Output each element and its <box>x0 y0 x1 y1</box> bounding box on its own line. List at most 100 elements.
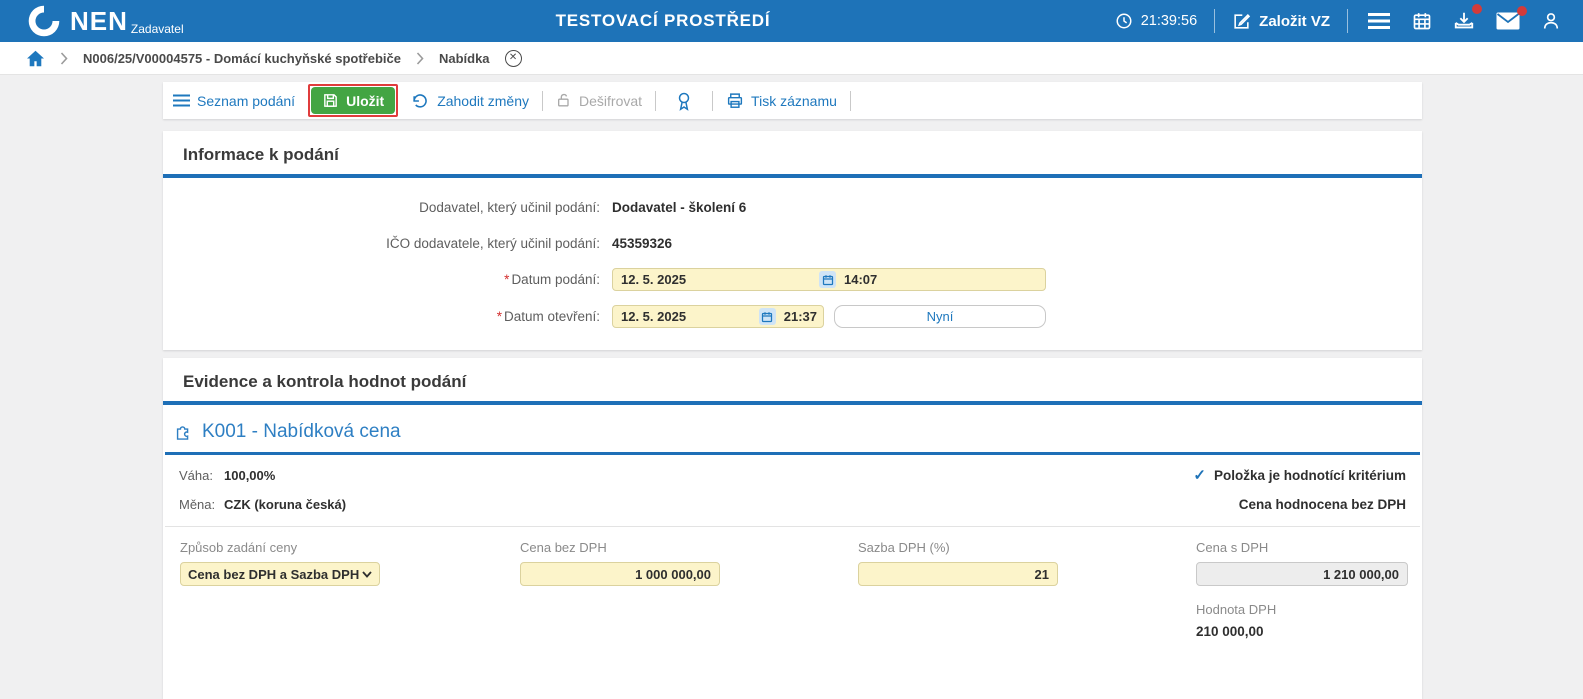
datepicker-button[interactable] <box>758 308 776 325</box>
vat-rate-label: Sazba DPH (%) <box>858 540 950 555</box>
chevron-down-icon <box>362 570 372 578</box>
now-button[interactable]: Nyní <box>834 305 1046 328</box>
seznam-podani-label: Seznam podání <box>197 92 296 109</box>
criterion-flag: ✓ Položka je hodnotící kritérium <box>1193 468 1406 483</box>
save-button-annotation-highlight: Uložit <box>308 84 399 117</box>
price-entry-method-value: Cena bez DPH a Sazba DPH <box>188 566 360 582</box>
create-vz-button[interactable]: Založit VZ <box>1232 12 1330 31</box>
edit-icon <box>1232 12 1251 31</box>
opening-datetime-field[interactable]: 12. 5. 2025 21:37 <box>612 305 824 328</box>
clock-icon <box>1115 12 1133 30</box>
main-menu-button[interactable] <box>1365 10 1393 32</box>
criterion-summary: Váha: 100,00% ✓ Položka je hodnotící kri… <box>163 455 1422 512</box>
submission-date-input[interactable]: 12. 5. 2025 <box>621 272 819 287</box>
section-title: Evidence a kontrola hodnot podání <box>163 358 1422 405</box>
print-record-label: Tisk záznamu <box>751 92 837 109</box>
messages-button[interactable] <box>1494 6 1527 32</box>
brand-name: NEN <box>70 6 128 36</box>
price-entry-method-label: Způsob zadání ceny <box>180 540 298 555</box>
save-button[interactable]: Uložit <box>311 87 396 114</box>
brand-subtitle: Zadavatel <box>130 22 184 36</box>
breadcrumb-item-contract[interactable]: N006/25/V00004575 - Domácí kuchyňské spo… <box>83 51 401 66</box>
calendar-icon <box>822 274 833 285</box>
opening-time-input[interactable]: 21:37 <box>784 309 817 324</box>
price-without-vat-field: Cena bez DPH <box>520 540 858 639</box>
print-record-button[interactable]: Tisk záznamu <box>726 92 837 109</box>
environment-title: TESTOVACÍ PROSTŘEDÍ <box>555 11 771 30</box>
price-without-vat-input[interactable] <box>520 562 720 586</box>
seznam-podani-button[interactable]: Seznam podání <box>173 93 295 109</box>
divider <box>712 90 714 111</box>
top-header-bar: NEN Zadavatel TESTOVACÍ PROSTŘEDÍ 21:39:… <box>0 0 1583 42</box>
price-entry-method-field: Způsob zadání ceny Cena bez DPH a Sazba … <box>180 540 520 639</box>
criterion-title: K001 - Nabídková cena <box>202 421 401 442</box>
discard-icon <box>411 93 430 109</box>
nen-logo-icon <box>26 3 62 39</box>
clock-time: 21:39:56 <box>1140 13 1198 29</box>
datepicker-button[interactable] <box>819 271 836 288</box>
calendar-icon <box>1412 11 1432 31</box>
price-entry-method-select[interactable]: Cena bez DPH a Sazba DPH <box>180 562 380 586</box>
vat-amount-value: 210 000,00 <box>1196 624 1264 639</box>
vat-evaluation-flag: Cena hodnocena bez DPH <box>1238 497 1406 512</box>
user-profile-button[interactable] <box>1539 9 1563 33</box>
form-row-supplier: Dodavatel, který učinil podání: Dodavate… <box>163 196 1422 218</box>
puzzle-piece-icon <box>173 422 193 442</box>
price-with-vat-input <box>1196 562 1408 586</box>
opening-date-input[interactable]: 12. 5. 2025 <box>621 309 759 324</box>
ribbon-button[interactable] <box>669 91 699 111</box>
downloads-button[interactable] <box>1451 4 1482 34</box>
values-evidence-section: Evidence a kontrola hodnot podání K001 -… <box>163 358 1422 699</box>
checkmark-icon: ✓ <box>1193 467 1206 484</box>
record-toolbar: Seznam podání Uložit Zahodit změny Dešif… <box>163 82 1422 119</box>
nen-logo[interactable]: NEN Zadavatel <box>26 3 184 39</box>
floppy-disk-icon <box>322 92 339 109</box>
decrypt-label: Dešifrovat <box>579 92 643 109</box>
header-actions: 21:39:56 Založit VZ <box>1115 4 1583 34</box>
close-icon: ✕ <box>508 52 518 63</box>
weight-label: Váha: <box>179 468 213 483</box>
opening-date-label: * Datum otevření: <box>496 309 600 324</box>
chevron-right-icon <box>416 51 424 65</box>
required-asterisk: * <box>504 272 510 287</box>
required-asterisk: * <box>496 309 502 324</box>
criterion-flag-label: Položka je hodnotící kritérium <box>1213 468 1406 483</box>
create-vz-label: Založit VZ <box>1259 12 1330 30</box>
envelope-icon <box>1496 12 1520 30</box>
currency-label: Měna: <box>179 497 216 512</box>
divider <box>849 90 851 111</box>
divider <box>1347 9 1348 33</box>
price-without-vat-label: Cena bez DPH <box>520 540 607 555</box>
breadcrumb-item-current: Nabídka <box>438 50 490 66</box>
printer-icon <box>726 92 744 109</box>
section-title: Informace k podání <box>163 131 1422 178</box>
discard-changes-button[interactable]: Zahodit změny <box>411 93 529 109</box>
weight-value: 100,00% <box>224 468 276 483</box>
form-row-opening-date: * Datum otevření: 12. 5. 2025 21:37 Nyní <box>163 305 1422 328</box>
price-fields: Způsob zadání ceny Cena bez DPH a Sazba … <box>163 527 1422 639</box>
submission-time-input[interactable]: 14:07 <box>844 272 877 287</box>
criterion-header: K001 - Nabídková cena <box>165 421 1420 455</box>
calendar-icon <box>762 311 773 322</box>
divider <box>542 90 544 111</box>
calendar-button[interactable] <box>1410 9 1434 33</box>
divider <box>1214 9 1216 33</box>
form-row-ico: IČO dodavatele, který učinil podání: 453… <box>163 232 1422 254</box>
breadcrumb: N006/25/V00004575 - Domácí kuchyňské spo… <box>0 42 1583 75</box>
submission-datetime-field[interactable]: 12. 5. 2025 14:07 <box>612 268 1046 291</box>
home-icon <box>27 50 44 66</box>
user-icon <box>1541 11 1561 31</box>
close-tab-button[interactable]: ✕ <box>504 49 522 67</box>
download-tray-icon <box>1453 10 1475 32</box>
page-content: Seznam podání Uložit Zahodit změny Dešif… <box>163 82 1422 699</box>
supplier-label: Dodavatel, který učinil podání: <box>419 199 600 215</box>
ico-value: 45359326 <box>612 235 673 251</box>
decrypt-button[interactable]: Dešifrovat <box>556 92 642 109</box>
submission-info-form: Dodavatel, který učinil podání: Dodavate… <box>163 178 1422 328</box>
unlock-icon <box>556 92 572 109</box>
server-clock: 21:39:56 <box>1115 12 1197 30</box>
home-button[interactable] <box>26 50 45 67</box>
vat-rate-field: Sazba DPH (%) <box>858 540 1196 639</box>
list-icon <box>173 94 190 107</box>
vat-rate-input[interactable] <box>858 562 1058 586</box>
